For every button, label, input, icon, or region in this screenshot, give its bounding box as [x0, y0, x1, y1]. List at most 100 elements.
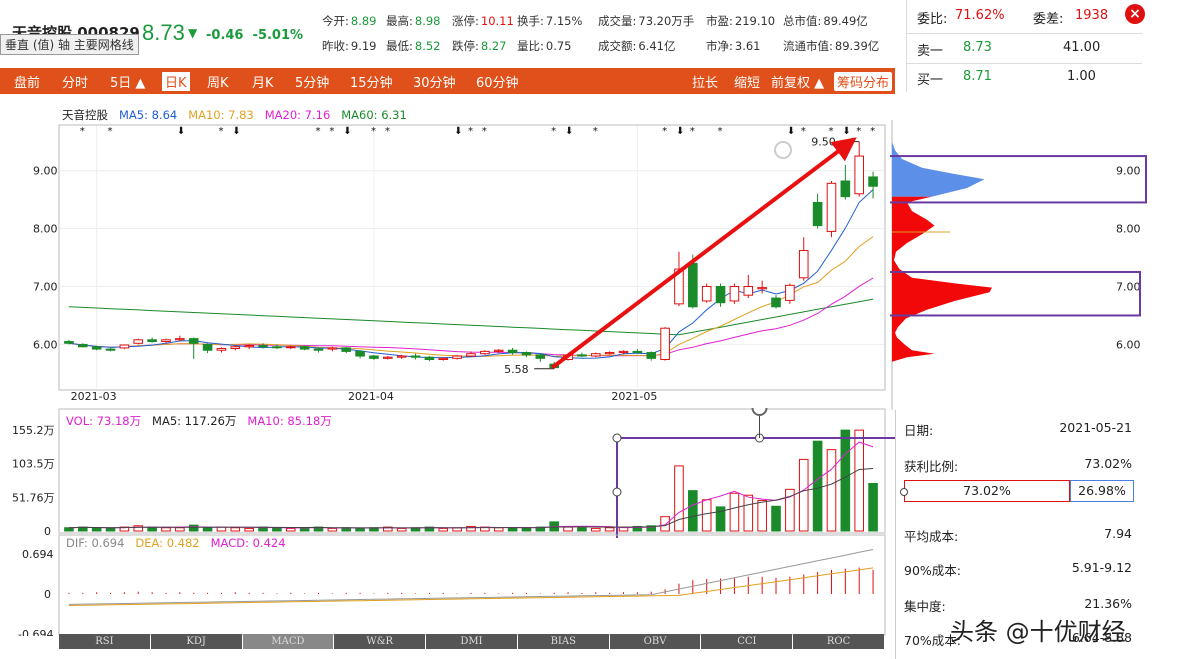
candle[interactable] [133, 338, 144, 345]
candle[interactable] [230, 345, 241, 351]
volume-bar[interactable] [757, 499, 767, 532]
candle[interactable] [521, 351, 532, 358]
candle[interactable] [383, 356, 393, 360]
indicator-tab[interactable]: CCI [701, 634, 793, 649]
period-tab[interactable]: 5日 ▲ [110, 72, 145, 91]
indicator-tab[interactable]: ROC [793, 634, 884, 649]
volume-bar[interactable] [64, 527, 74, 532]
event-marker[interactable]: * [108, 126, 113, 137]
event-marker[interactable]: * [801, 126, 806, 137]
event-marker[interactable]: ⬇ [842, 126, 850, 137]
candle[interactable] [798, 237, 809, 281]
volume-bar[interactable] [493, 527, 504, 532]
candle[interactable] [785, 283, 795, 304]
candle[interactable] [299, 345, 310, 351]
event-marker[interactable]: * [551, 126, 556, 137]
rotate-icon[interactable] [751, 408, 768, 416]
candle[interactable] [660, 327, 670, 361]
volume-bar[interactable] [244, 527, 254, 532]
event-marker[interactable]: * [385, 126, 390, 137]
candle[interactable] [424, 356, 435, 362]
indicator-tab[interactable]: W&R [334, 634, 426, 649]
volume-bar[interactable] [701, 499, 712, 532]
candle[interactable] [244, 344, 254, 350]
candle[interactable] [535, 353, 546, 362]
candle[interactable] [355, 350, 365, 359]
volume-bar[interactable] [327, 527, 338, 532]
candle[interactable] [341, 346, 352, 354]
candle[interactable] [410, 353, 421, 360]
event-marker[interactable]: ⬇ [177, 126, 185, 137]
period-tab[interactable]: 日K [162, 72, 190, 91]
candle[interactable] [868, 171, 878, 199]
candle[interactable] [715, 283, 726, 307]
volume-bar[interactable] [285, 527, 296, 532]
period-tab[interactable]: 周K [207, 72, 229, 91]
macd-chart[interactable]: 0.694 0 -0.694 [0, 534, 895, 636]
event-marker[interactable]: ⬇ [232, 126, 240, 137]
candle[interactable] [854, 141, 865, 197]
candle[interactable] [729, 283, 740, 304]
event-marker[interactable]: * [662, 126, 667, 137]
event-marker[interactable]: * [690, 126, 695, 137]
event-marker[interactable]: * [482, 126, 487, 137]
candle[interactable] [604, 351, 615, 355]
volume-bar[interactable] [771, 505, 781, 532]
period-tab[interactable]: 5分钟 [295, 72, 329, 91]
candle[interactable] [202, 343, 213, 354]
candlestick-chart[interactable]: 9.00 8.00 7.00 6.00 2021-03 2021-04 2021-05 * * ⬇… [0, 120, 895, 410]
candle[interactable] [64, 339, 74, 345]
candle[interactable] [590, 352, 601, 358]
candle[interactable] [632, 349, 643, 354]
candle[interactable] [77, 343, 88, 348]
volume-bar[interactable] [175, 527, 185, 532]
toolbar-action-button[interactable]: 拉长 [692, 72, 718, 91]
event-marker[interactable]: * [593, 126, 598, 137]
volume-bar[interactable] [396, 527, 407, 532]
volume-bar[interactable] [230, 527, 241, 532]
period-tab[interactable]: 30分钟 [413, 72, 456, 91]
candle[interactable] [674, 251, 684, 307]
candle[interactable] [285, 345, 296, 350]
period-tab[interactable]: 分时 [62, 72, 88, 91]
volume-bar[interactable] [826, 449, 837, 532]
period-tab[interactable]: 盘前 [14, 72, 40, 91]
candle[interactable] [327, 346, 338, 352]
candle[interactable] [646, 351, 657, 361]
volume-bar[interactable] [521, 527, 532, 532]
volume-bar[interactable] [590, 527, 601, 532]
candle[interactable] [216, 347, 227, 353]
selection-handle[interactable] [612, 433, 622, 443]
event-marker[interactable]: * [856, 126, 861, 137]
volume-bar[interactable] [105, 527, 116, 532]
buy1-row[interactable]: 买一 8.71 1.00 [907, 69, 1142, 95]
volume-bar[interactable] [868, 482, 878, 532]
candle[interactable] [91, 345, 102, 351]
toolbar-action-button[interactable]: 缩短 [734, 72, 760, 91]
selection-handle[interactable] [900, 488, 908, 496]
volume-bar[interactable] [812, 440, 823, 532]
period-tab[interactable]: 15分钟 [350, 72, 393, 91]
volume-bar[interactable] [743, 494, 754, 532]
volume-bar[interactable] [133, 525, 144, 532]
candle[interactable] [701, 283, 712, 303]
selection-box[interactable] [616, 437, 895, 538]
volume-bar[interactable] [355, 527, 365, 532]
candle[interactable] [452, 354, 462, 360]
candle[interactable] [812, 193, 823, 229]
candle[interactable] [757, 280, 767, 294]
volume-bar[interactable] [202, 527, 213, 532]
event-marker[interactable]: ⬇ [565, 126, 573, 137]
candle[interactable] [826, 181, 837, 238]
event-marker[interactable]: * [315, 126, 320, 137]
event-marker[interactable]: ⬇ [787, 126, 795, 137]
event-marker[interactable]: * [218, 126, 223, 137]
indicator-tab[interactable]: DMI [426, 634, 517, 649]
indicator-tab[interactable]: KDJ [150, 634, 242, 649]
event-marker[interactable]: * [329, 126, 334, 137]
indicator-tab[interactable]: RSI [59, 634, 150, 649]
close-button[interactable]: × [1125, 4, 1145, 24]
candle[interactable] [105, 347, 116, 352]
event-marker[interactable]: * [468, 126, 473, 137]
candle[interactable] [840, 164, 851, 200]
